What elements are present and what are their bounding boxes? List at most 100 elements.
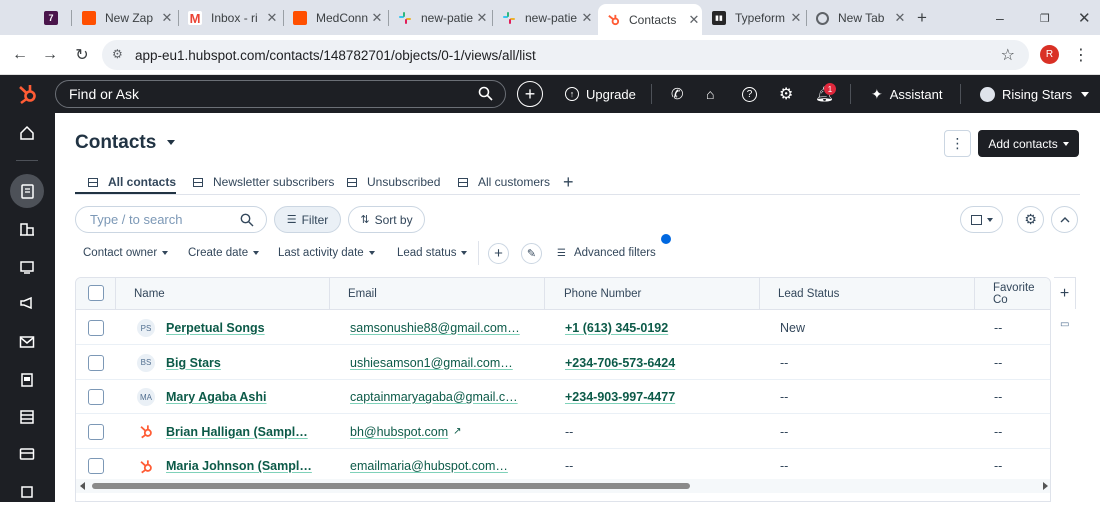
table-search-input[interactable]: Type / to search xyxy=(75,206,267,233)
add-filter-icon[interactable]: + xyxy=(488,243,509,264)
contact-email-link[interactable]: captainmaryagaba@gmail.c… xyxy=(350,390,518,404)
close-icon[interactable]: ✕ xyxy=(474,10,490,26)
close-window-icon[interactable]: ✕ xyxy=(1070,4,1090,32)
filter-button[interactable]: ☰ Filter xyxy=(274,206,341,233)
table-row[interactable]: Brian Halligan (Sampl… bh@hubspot.com ↗ -- -… xyxy=(76,415,1050,449)
lead-status-filter[interactable]: Lead status xyxy=(397,245,468,261)
column-header-phone[interactable]: Phone Number xyxy=(545,278,760,310)
browser-tab-active[interactable]: Contacts ✕ xyxy=(598,4,702,35)
table-row[interactable]: MA Mary Agaba Ashi captainmaryagaba@gmail.… xyxy=(76,380,1050,414)
settings-gear-icon[interactable]: ⚙ xyxy=(779,75,793,113)
more-actions-button[interactable]: ⋮ xyxy=(944,130,971,157)
select-all-checkbox[interactable] xyxy=(88,285,104,301)
scrollbar-thumb[interactable] xyxy=(92,483,690,489)
table-settings-icon[interactable]: ⚙ xyxy=(1017,206,1044,233)
contact-phone-link[interactable]: +234-903-997-4477 xyxy=(565,390,675,404)
contact-name-link[interactable]: Perpetual Songs xyxy=(166,321,265,335)
marketplace-icon[interactable]: ⌂ xyxy=(706,75,714,113)
horizontal-scrollbar[interactable] xyxy=(76,479,1050,493)
row-checkbox[interactable] xyxy=(88,320,104,336)
column-header-lead-status[interactable]: Lead Status xyxy=(760,278,975,310)
contact-name-link[interactable]: Maria Johnson (Sampl… xyxy=(166,459,312,473)
find-or-ask-search[interactable]: Find or Ask xyxy=(55,80,506,108)
table-row[interactable]: PS Perpetual Songs samsonushie88@gmail.com… xyxy=(76,311,1050,345)
hubspot-logo-icon[interactable] xyxy=(17,83,39,110)
advanced-filters-button[interactable]: ☰ Advanced filters xyxy=(557,245,656,261)
contact-email-link[interactable]: samsonushie88@gmail.com… xyxy=(350,321,520,335)
home-icon[interactable] xyxy=(14,120,40,146)
profile-avatar[interactable]: R xyxy=(1040,45,1059,64)
page-title[interactable]: Contacts xyxy=(75,132,175,154)
browser-tab[interactable]: new-patie ✕ xyxy=(494,4,595,32)
data-management-icon[interactable] xyxy=(14,404,40,430)
last-activity-filter[interactable]: Last activity date xyxy=(278,245,375,261)
column-header-email[interactable]: Email xyxy=(330,278,545,310)
bookmark-star-icon[interactable]: ☆ xyxy=(1001,45,1015,65)
assistant-button[interactable]: ✦ Assistant xyxy=(871,75,942,113)
add-contacts-button[interactable]: Add contacts xyxy=(978,130,1079,157)
close-icon[interactable]: ✕ xyxy=(788,10,804,26)
browser-menu-icon[interactable]: ⋮ xyxy=(1070,44,1092,66)
column-header-name[interactable]: Name xyxy=(116,278,330,310)
inbox-mail-icon[interactable] xyxy=(14,329,40,355)
crm-records-icon[interactable] xyxy=(10,174,44,208)
close-icon[interactable]: ✕ xyxy=(892,10,908,26)
view-tab-all-customers[interactable]: All customers xyxy=(458,169,550,195)
browser-tab[interactable]: MedConn ✕ xyxy=(285,4,385,32)
url-field[interactable]: ⚙ app-eu1.hubspot.com/contacts/148782701… xyxy=(102,40,1029,70)
browser-tab[interactable]: New Tab ✕ xyxy=(808,4,908,32)
new-tab-button[interactable]: + xyxy=(914,4,936,32)
contact-owner-filter[interactable]: Contact owner xyxy=(83,245,169,261)
external-link-icon[interactable]: ↗ xyxy=(453,426,461,437)
close-icon[interactable]: ✕ xyxy=(686,12,702,28)
table-row[interactable]: BS Big Stars ushiesamson1@gmail.com… +234-7… xyxy=(76,346,1050,380)
contact-name-link[interactable]: Mary Agaba Ashi xyxy=(166,390,267,404)
forward-icon[interactable]: → xyxy=(39,44,61,66)
scroll-right-icon[interactable] xyxy=(1043,482,1048,490)
reload-icon[interactable]: ↻ xyxy=(71,44,93,66)
upgrade-button[interactable]: ↑ Upgrade xyxy=(565,75,636,113)
collapse-chevron-up-icon[interactable] xyxy=(1051,206,1078,233)
add-view-button[interactable]: + xyxy=(563,169,574,195)
row-checkbox[interactable] xyxy=(88,423,104,440)
commerce-icon[interactable] xyxy=(14,441,40,467)
contact-email-link[interactable]: bh@hubspot.com xyxy=(350,425,448,439)
row-checkbox[interactable] xyxy=(88,354,104,371)
row-checkbox[interactable] xyxy=(88,389,104,405)
restore-icon[interactable]: ❐ xyxy=(1032,4,1052,32)
back-icon[interactable]: ← xyxy=(9,44,31,66)
table-row[interactable]: Maria Johnson (Sampl… emailmaria@hubspot.… xyxy=(76,449,1050,483)
notifications-bell-icon[interactable]: 🔔︎ 1 xyxy=(815,75,836,113)
sort-by-button[interactable]: ⇅ Sort by xyxy=(348,206,425,233)
add-column-button[interactable]: + xyxy=(1054,277,1076,309)
create-date-filter[interactable]: Create date xyxy=(188,245,260,261)
view-layout-button[interactable] xyxy=(960,206,1003,233)
phone-icon[interactable]: ✆ xyxy=(671,75,684,113)
browser-tab[interactable]: new-patie ✕ xyxy=(390,4,490,32)
content-icon[interactable] xyxy=(14,367,40,393)
close-icon[interactable]: ✕ xyxy=(579,10,595,26)
automation-icon[interactable] xyxy=(14,479,40,505)
view-tab-unsubscribed[interactable]: Unsubscribed xyxy=(347,169,440,195)
close-icon[interactable]: ✕ xyxy=(369,10,385,26)
browser-tab[interactable]: New Zap ✕ xyxy=(74,4,175,32)
marketing-icon[interactable] xyxy=(14,254,40,280)
browser-tab[interactable]: M Inbox - ri ✕ xyxy=(180,4,280,32)
account-menu[interactable]: Rising Stars xyxy=(980,75,1090,113)
contact-phone-link[interactable]: +1 (613) 345-0192 xyxy=(565,321,668,335)
help-icon[interactable]: ? xyxy=(742,75,757,113)
contact-phone-link[interactable]: +234-706-573-6424 xyxy=(565,356,675,370)
megaphone-icon[interactable] xyxy=(14,290,40,316)
row-checkbox[interactable] xyxy=(88,458,104,474)
contact-name-link[interactable]: Brian Halligan (Sampl… xyxy=(166,425,308,439)
browser-tab[interactable]: 7 xyxy=(36,4,66,32)
reports-icon[interactable] xyxy=(14,216,40,242)
browser-tab[interactable]: ▮▮ Typeform ✕ xyxy=(704,4,804,32)
create-new-button[interactable]: + xyxy=(517,81,543,107)
view-tab-newsletter[interactable]: Newsletter subscribers xyxy=(193,169,334,195)
site-info-icon[interactable]: ⚙ xyxy=(112,47,123,61)
minimize-icon[interactable]: – xyxy=(988,4,1008,32)
column-header-favorite[interactable]: Favorite Co xyxy=(975,278,1050,310)
close-icon[interactable]: ✕ xyxy=(159,10,175,26)
contact-email-link[interactable]: ushiesamson1@gmail.com… xyxy=(350,356,513,370)
